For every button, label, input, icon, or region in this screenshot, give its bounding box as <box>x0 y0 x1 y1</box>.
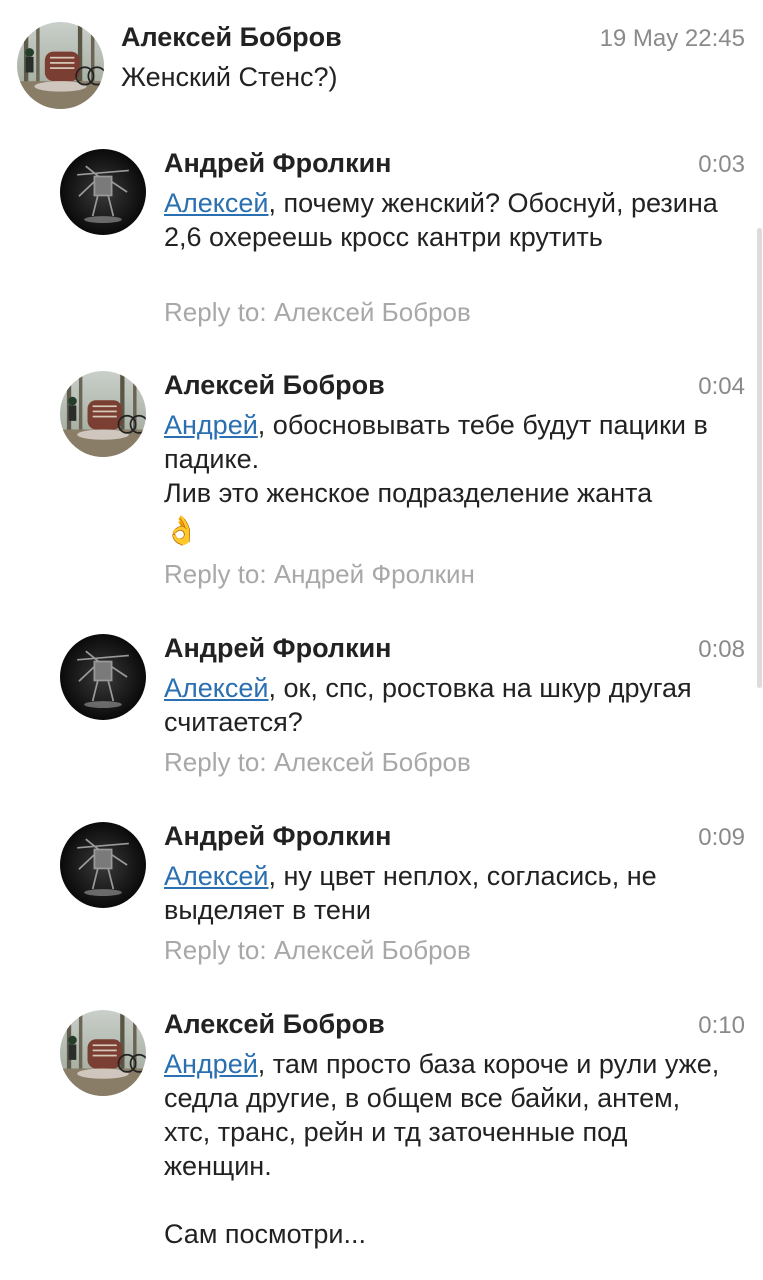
comment-text: Алексей, почему женский? Обоснуй, резина… <box>164 186 724 254</box>
comment-author[interactable]: Андрей Фролкин <box>164 821 391 852</box>
reply-to-link[interactable]: Reply to: Алексей Бобров <box>164 935 471 966</box>
comment-time: 0:10 <box>698 1012 745 1039</box>
comment-text: Женский Стенс?) <box>121 62 338 92</box>
comment-author[interactable]: Алексей Бобров <box>121 22 342 53</box>
comment-author[interactable]: Андрей Фролкин <box>164 633 391 664</box>
mention-link[interactable]: Алексей <box>164 673 269 703</box>
author-avatar[interactable] <box>17 22 104 109</box>
mention-link[interactable]: Андрей <box>164 1049 258 1079</box>
reply-to-link[interactable]: Reply to: Алексей Бобров <box>164 297 471 328</box>
forest-bike-avatar-icon <box>60 371 146 457</box>
ok-hand-emoji: 👌 <box>164 515 199 546</box>
comment-text: Андрей, там просто база короче и рули уж… <box>164 1047 724 1251</box>
forest-bike-avatar-icon <box>17 22 104 109</box>
comment-time: 0:04 <box>698 373 745 400</box>
author-avatar[interactable] <box>60 371 146 457</box>
reply-to-link[interactable]: Reply to: Андрей Фролкин <box>164 559 475 590</box>
scrollbar[interactable] <box>757 228 762 688</box>
comment-text: Андрей, обосновывать тебе будут пацики в… <box>164 408 749 510</box>
comment-time: 19 May 22:45 <box>599 25 745 52</box>
comment-time: 0:03 <box>698 151 745 178</box>
robot-avatar-icon <box>60 822 146 908</box>
author-avatar[interactable] <box>60 634 146 720</box>
mention-link[interactable]: Алексей <box>164 861 269 891</box>
comment-0: Алексей Бобров 19 May 22:45 Женский Стен… <box>0 0 763 130</box>
comment-time: 0:09 <box>698 824 745 851</box>
author-avatar[interactable] <box>60 1010 146 1096</box>
comment-author[interactable]: Андрей Фролкин <box>164 148 391 179</box>
comment-author[interactable]: Алексей Бобров <box>164 1009 385 1040</box>
comment-text: Алексей, ок, спс, ростовка на шкур друга… <box>164 671 724 739</box>
comment-body: , там просто база короче и рули уже, сед… <box>164 1049 720 1249</box>
author-avatar[interactable] <box>60 822 146 908</box>
robot-avatar-icon <box>60 149 146 235</box>
comment-author[interactable]: Алексей Бобров <box>164 370 385 401</box>
robot-avatar-icon <box>60 634 146 720</box>
forest-bike-avatar-icon <box>60 1010 146 1096</box>
mention-link[interactable]: Андрей <box>164 410 258 440</box>
author-avatar[interactable] <box>60 149 146 235</box>
comment-text: Алексей, ну цвет неплох, согласись, не в… <box>164 859 724 927</box>
mention-link[interactable]: Алексей <box>164 188 269 218</box>
comment-time: 0:08 <box>698 636 745 663</box>
reply-to-link[interactable]: Reply to: Алексей Бобров <box>164 747 471 778</box>
